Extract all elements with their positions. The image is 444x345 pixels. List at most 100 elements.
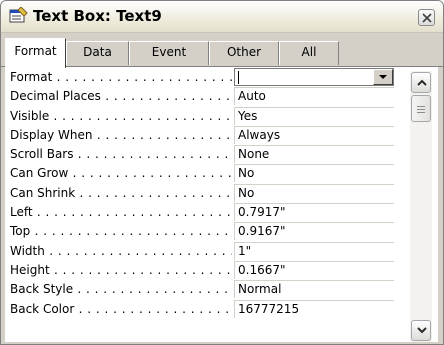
leader-dots: . . . . . . . . . . . . . . . . . . . . … xyxy=(72,166,232,181)
property-value-field[interactable] xyxy=(234,68,394,86)
scroll-up-button[interactable] xyxy=(411,72,431,93)
property-value: 0.7917" xyxy=(238,205,286,220)
window-title: Text Box: Text9 xyxy=(33,7,162,25)
property-name: Back Style xyxy=(10,282,74,297)
tab-other[interactable]: Other xyxy=(209,41,279,65)
property-row: Back Color . . . . . . . . . . . . . . .… xyxy=(10,299,394,318)
property-value: 0.9167" xyxy=(238,224,286,239)
property-label[interactable]: Format . . . . . . . . . . . . . . . . .… xyxy=(10,68,232,86)
leader-dots: . . . . . . . . . . . . . . . . . . . . … xyxy=(56,70,232,84)
property-value: None xyxy=(238,147,270,162)
property-label[interactable]: Display When . . . . . . . . . . . . . .… xyxy=(10,126,232,144)
property-row: Left . . . . . . . . . . . . . . . . . .… xyxy=(10,202,394,222)
property-name: Format xyxy=(10,70,53,84)
thumb-grip xyxy=(417,112,425,113)
property-value-field[interactable]: 0.9167" xyxy=(234,222,394,241)
leader-dots: . . . . . . . . . . . . . . . . . . . . … xyxy=(96,127,232,142)
property-row: Can Grow . . . . . . . . . . . . . . . .… xyxy=(10,163,394,183)
properties-window: Text Box: Text9 Format Data Event Other … xyxy=(0,0,444,345)
chevron-down-icon xyxy=(417,327,427,334)
properties-sheet-icon xyxy=(9,7,28,23)
property-value: 0.1667" xyxy=(238,262,286,277)
tab-data[interactable]: Data xyxy=(66,41,129,65)
tab-all[interactable]: All xyxy=(279,41,339,65)
property-value-field[interactable]: Always xyxy=(234,125,394,144)
property-name: Top xyxy=(10,224,31,239)
property-label[interactable]: Back Color . . . . . . . . . . . . . . .… xyxy=(10,300,232,318)
leader-dots: . . . . . . . . . . . . . . . . . . . . … xyxy=(49,243,232,258)
property-label[interactable]: Left . . . . . . . . . . . . . . . . . .… xyxy=(10,203,232,221)
property-sheet: Format . . . . . . . . . . . . . . . . .… xyxy=(5,67,438,342)
property-label[interactable]: Decimal Places . . . . . . . . . . . . .… xyxy=(10,87,232,105)
property-label[interactable]: Width . . . . . . . . . . . . . . . . . … xyxy=(10,242,232,260)
property-row: Decimal Places . . . . . . . . . . . . .… xyxy=(10,86,394,106)
property-name: Display When xyxy=(10,127,93,142)
property-value: Normal xyxy=(238,282,282,297)
tab-format[interactable]: Format xyxy=(5,38,66,68)
leader-dots: . . . . . . . . . . . . . . . . . . . . … xyxy=(36,205,232,220)
close-button[interactable] xyxy=(418,9,435,26)
scroll-down-button[interactable] xyxy=(411,320,431,341)
property-value-field[interactable]: 1" xyxy=(234,241,394,260)
property-value-field[interactable]: Yes xyxy=(234,106,394,125)
tab-strip: Format Data Event Other All xyxy=(1,37,443,68)
property-row: Can Shrink . . . . . . . . . . . . . . .… xyxy=(10,183,394,202)
leader-dots: . . . . . . . . . . . . . . . . . . . . … xyxy=(79,185,232,200)
property-label[interactable]: Scroll Bars . . . . . . . . . . . . . . … xyxy=(10,145,232,163)
leader-dots: . . . . . . . . . . . . . . . . . . . . … xyxy=(77,282,232,297)
property-value: Always xyxy=(238,127,281,142)
property-value-field[interactable]: 0.1667" xyxy=(234,260,394,279)
scroll-thumb[interactable] xyxy=(411,95,431,122)
thumb-grip xyxy=(417,109,425,110)
property-value-field[interactable]: Normal xyxy=(234,280,394,299)
property-value: Yes xyxy=(238,108,258,123)
property-value: 16777215 xyxy=(238,301,300,316)
property-name: Scroll Bars xyxy=(10,147,74,162)
property-label[interactable]: Back Style . . . . . . . . . . . . . . .… xyxy=(10,280,232,298)
property-name: Decimal Places xyxy=(10,89,101,104)
property-name: Can Grow xyxy=(10,166,69,181)
property-value-field[interactable]: None xyxy=(234,145,394,164)
property-label[interactable]: Can Shrink . . . . . . . . . . . . . . .… xyxy=(10,184,232,202)
leader-dots: . . . . . . . . . . . . . . . . . . . . … xyxy=(53,108,232,123)
title-bar[interactable]: Text Box: Text9 xyxy=(1,1,443,33)
property-value-field[interactable]: Auto xyxy=(234,87,394,106)
chevron-up-icon xyxy=(417,79,427,86)
chevron-down-icon xyxy=(379,75,387,79)
leader-dots: . . . . . . . . . . . . . . . . . . . . … xyxy=(77,147,232,162)
property-value: No xyxy=(238,185,255,200)
format-dropdown-button[interactable] xyxy=(373,69,393,85)
close-icon xyxy=(422,13,432,23)
property-value-field[interactable]: No xyxy=(234,183,394,202)
property-name: Width xyxy=(10,243,45,258)
property-name: Can Shrink xyxy=(10,185,76,200)
property-name: Visible xyxy=(10,108,50,123)
tab-event[interactable]: Event xyxy=(129,41,209,65)
property-row: Visible . . . . . . . . . . . . . . . . … xyxy=(10,106,394,125)
property-name: Height xyxy=(10,262,50,277)
property-value: 1" xyxy=(238,243,252,258)
property-row: Top . . . . . . . . . . . . . . . . . . … xyxy=(10,221,394,241)
property-row: Display When . . . . . . . . . . . . . .… xyxy=(10,125,394,144)
leader-dots: . . . . . . . . . . . . . . . . . . . . … xyxy=(78,301,232,316)
leader-dots: . . . . . . . . . . . . . . . . . . . . … xyxy=(105,89,232,104)
property-name: Left xyxy=(10,205,33,220)
property-label[interactable]: Height . . . . . . . . . . . . . . . . .… xyxy=(10,261,232,279)
property-label[interactable]: Top . . . . . . . . . . . . . . . . . . … xyxy=(10,222,232,240)
thumb-grip xyxy=(417,106,425,107)
property-row: Back Style . . . . . . . . . . . . . . .… xyxy=(10,279,394,299)
property-row: Height . . . . . . . . . . . . . . . . .… xyxy=(10,260,394,279)
property-name: Back Color xyxy=(10,301,75,316)
vertical-scrollbar[interactable] xyxy=(410,71,432,342)
property-value-field[interactable]: No xyxy=(234,164,394,183)
property-value-field[interactable]: 0.7917" xyxy=(234,203,394,222)
property-label[interactable]: Visible . . . . . . . . . . . . . . . . … xyxy=(10,107,232,125)
property-value-field[interactable]: 16777215 xyxy=(234,299,394,318)
property-row: Width . . . . . . . . . . . . . . . . . … xyxy=(10,241,394,260)
property-row: Format . . . . . . . . . . . . . . . . .… xyxy=(10,67,394,86)
leader-dots: . . . . . . . . . . . . . . . . . . . . … xyxy=(34,224,232,239)
property-label[interactable]: Can Grow . . . . . . . . . . . . . . . .… xyxy=(10,164,232,182)
property-grid: Format . . . . . . . . . . . . . . . . .… xyxy=(10,67,394,318)
property-value: No xyxy=(238,166,255,181)
property-value: Auto xyxy=(238,89,266,104)
